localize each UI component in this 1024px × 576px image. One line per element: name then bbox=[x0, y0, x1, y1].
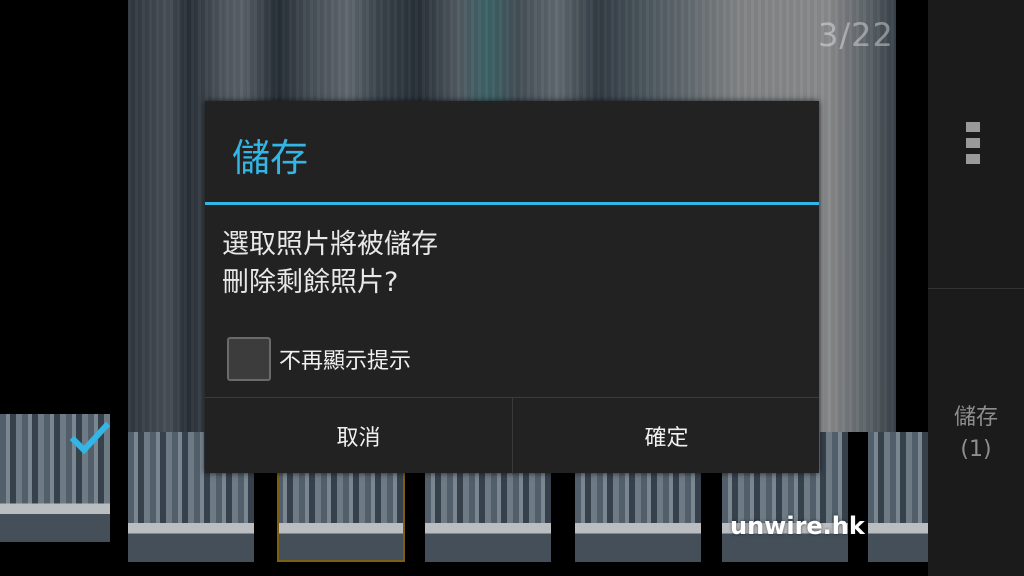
dont-show-again-checkbox[interactable] bbox=[227, 337, 271, 381]
cancel-button[interactable]: 取消 bbox=[205, 398, 513, 474]
confirm-button[interactable]: 確定 bbox=[513, 398, 820, 474]
title-divider bbox=[205, 202, 819, 205]
dialog-message: 選取照片將被儲存 刪除剩餘照片? bbox=[222, 226, 438, 302]
message-line: 刪除剩餘照片? bbox=[222, 267, 399, 298]
dont-show-again-label[interactable]: 不再顯示提示 bbox=[279, 343, 411, 375]
overflow-menu-icon[interactable] bbox=[966, 122, 982, 166]
check-icon bbox=[70, 421, 110, 455]
save-action-count: (1) bbox=[960, 437, 992, 462]
dont-show-again-row[interactable]: 不再顯示提示 bbox=[227, 334, 411, 384]
dialog-button-bar: 取消 確定 bbox=[205, 397, 819, 474]
watermark: unwire.hk bbox=[730, 512, 865, 540]
save-action-label: 儲存 bbox=[953, 405, 998, 430]
message-line: 選取照片將被儲存 bbox=[222, 229, 438, 260]
dialog-title: 儲存 bbox=[232, 136, 309, 180]
panel-divider bbox=[928, 288, 1024, 289]
save-action-button[interactable]: 儲存 (1) bbox=[928, 402, 1024, 466]
save-dialog: 儲存 選取照片將被儲存 刪除剩餘照片? 不再顯示提示 取消 確定 bbox=[205, 101, 819, 474]
page-counter: 3/22 bbox=[818, 16, 894, 54]
thumbnail[interactable] bbox=[868, 432, 928, 562]
